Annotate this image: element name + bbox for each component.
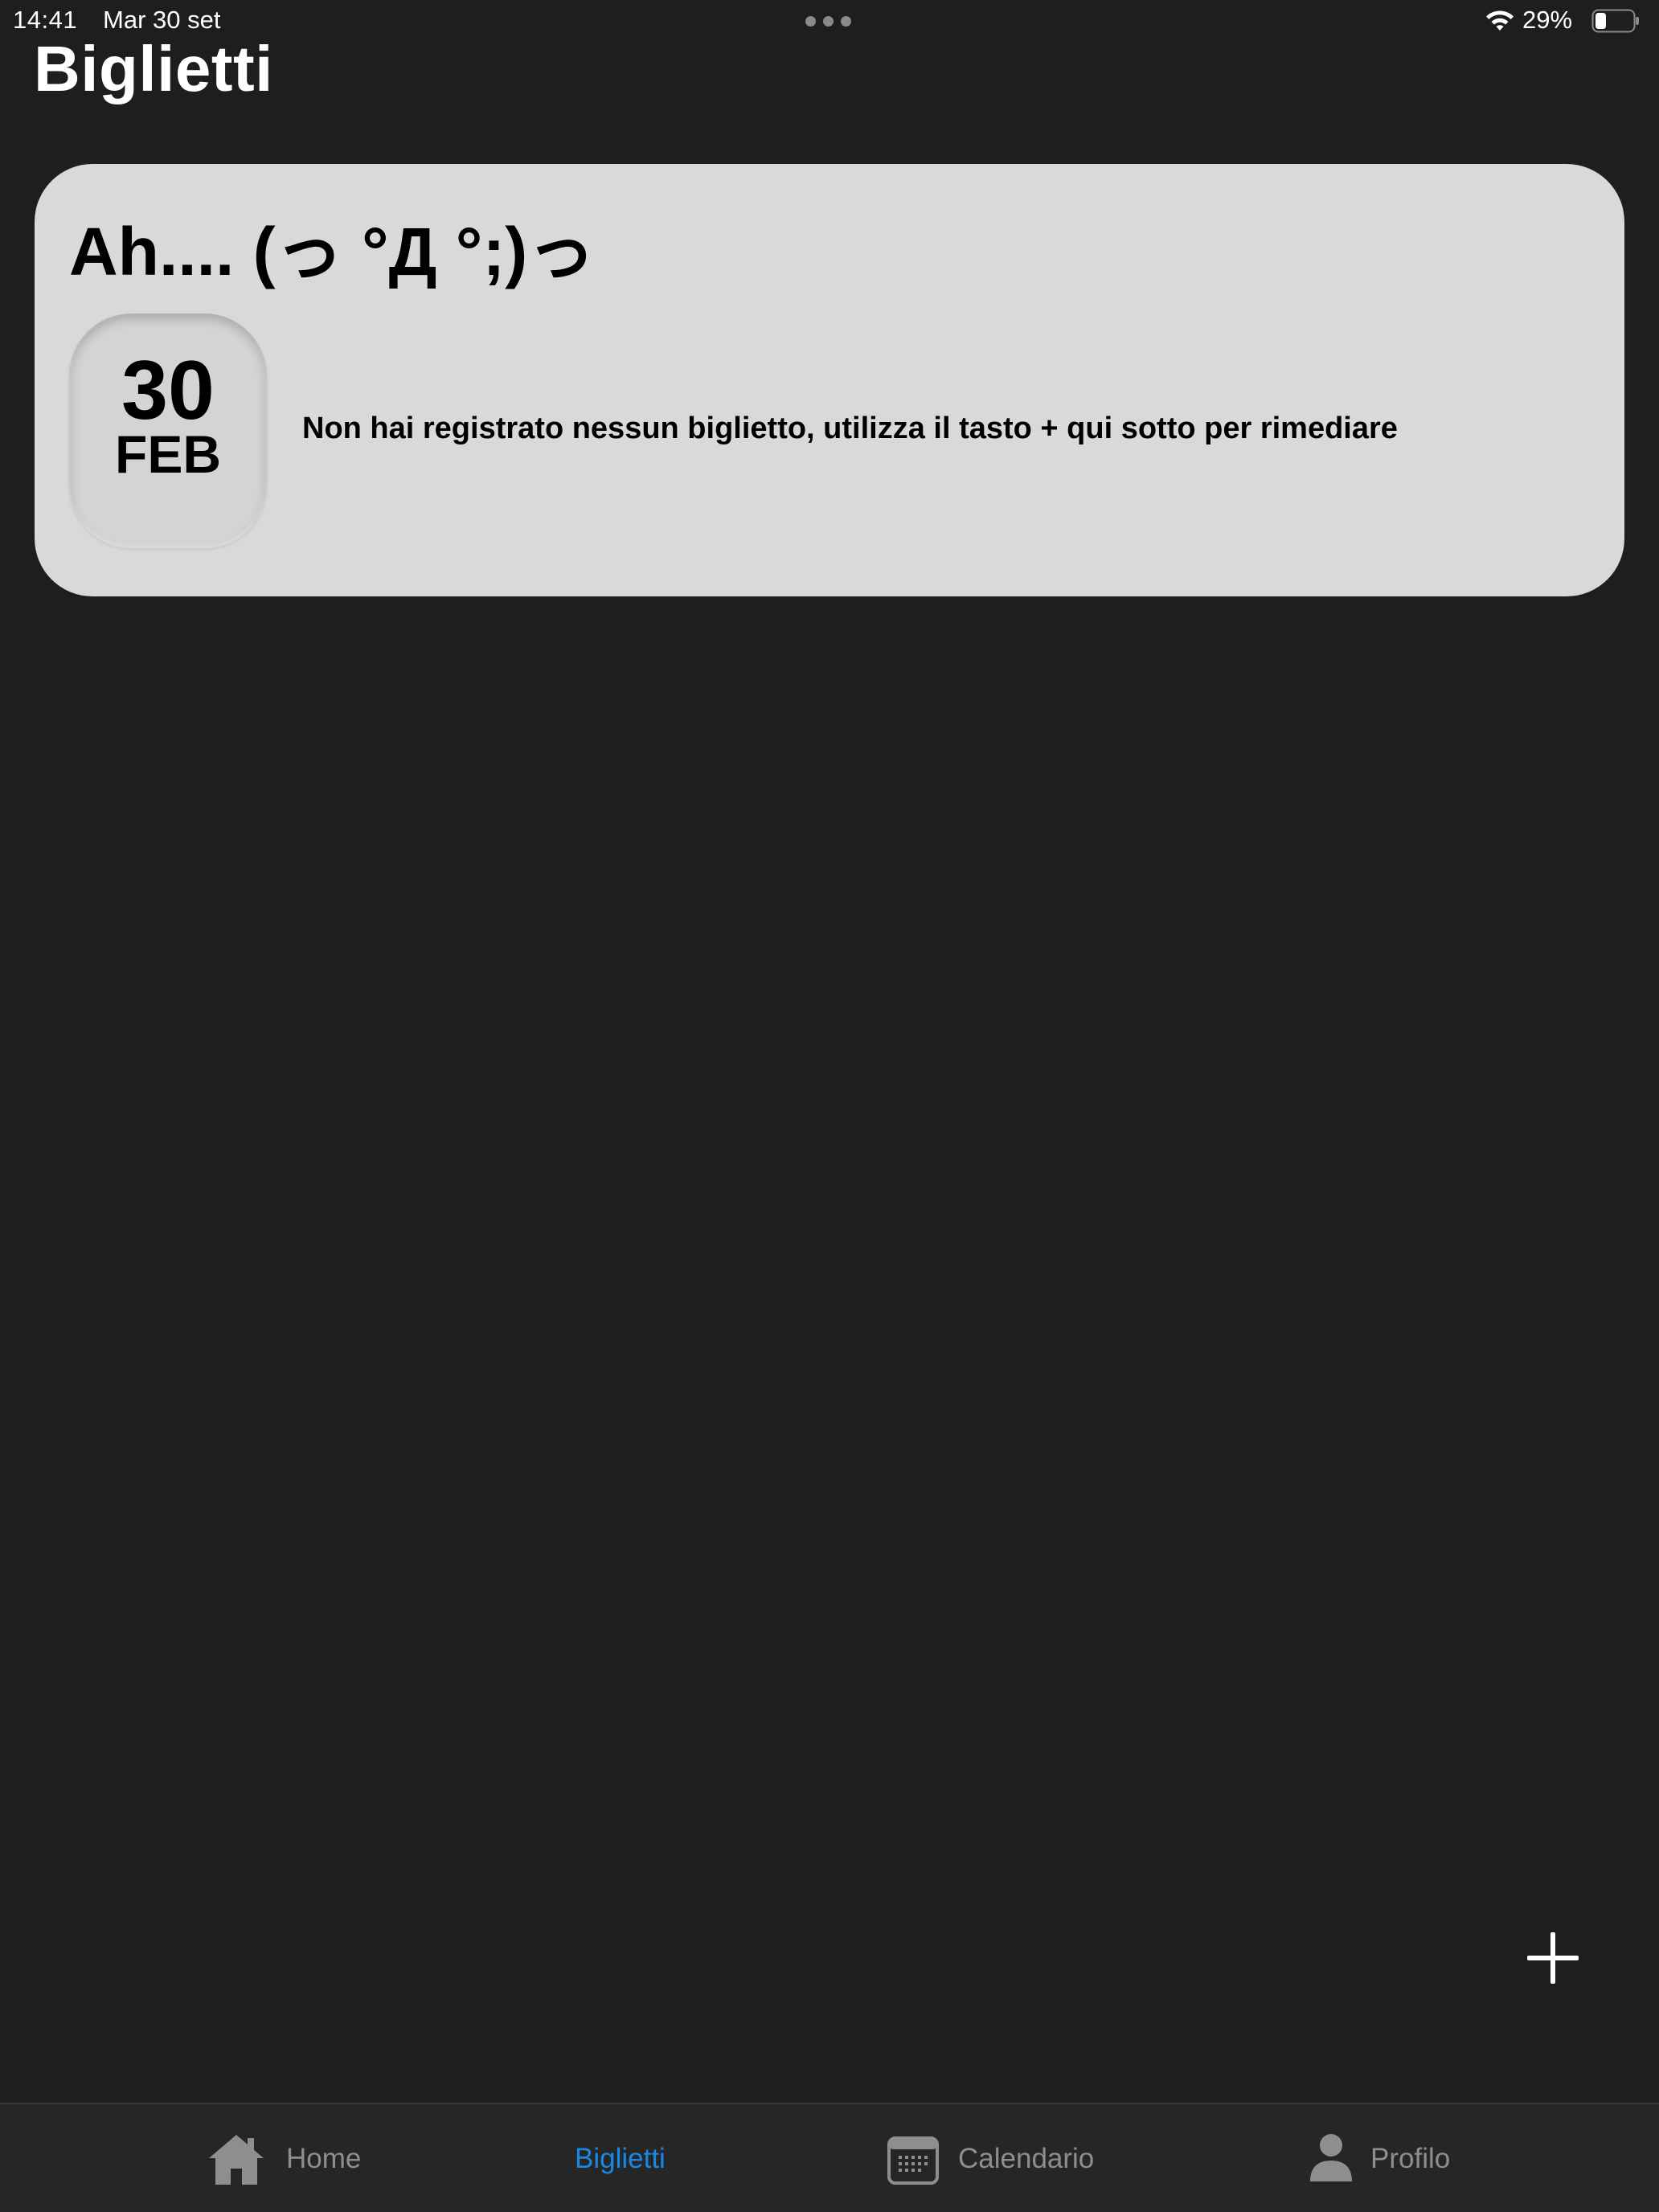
wifi-icon	[1484, 8, 1516, 34]
tab-label-home: Home	[286, 2143, 362, 2174]
tab-label-calendario: Calendario	[958, 2143, 1095, 2174]
tab-biglietti[interactable]: Biglietti	[563, 2104, 691, 2212]
card-heading: Ah.... (っ °Д °;)っ	[69, 214, 596, 289]
battery-icon	[1591, 9, 1640, 33]
date-day: 30	[121, 344, 215, 437]
date-badge: 30 FEB	[69, 313, 267, 548]
date-month: FEB	[115, 424, 221, 484]
empty-message: Non hai registrato nessun biglietto, uti…	[302, 412, 1398, 445]
multitasking-dots-icon[interactable]	[805, 16, 854, 27]
add-ticket-button[interactable]	[1524, 1929, 1582, 1987]
app-screen: 14:41 Mar 30 set 29% Biglietti Ah.... (っ…	[0, 0, 1659, 2212]
empty-tickets-card: Ah.... (っ °Д °;)っ 30 FEB Non hai registr…	[35, 164, 1624, 596]
page-title: Biglietti	[34, 33, 273, 104]
tab-bar: Home Biglietti Calendario Profilo	[0, 2103, 1659, 2212]
tab-calendario[interactable]: Calendario	[884, 2104, 1109, 2212]
battery-percentage: 29%	[1522, 6, 1573, 34]
tab-home[interactable]: Home	[201, 2104, 378, 2212]
home-icon	[206, 2132, 267, 2190]
tab-label-profilo: Profilo	[1370, 2143, 1451, 2174]
calendar-icon	[887, 2135, 939, 2189]
person-icon	[1309, 2132, 1354, 2187]
tab-label-biglietti: Biglietti	[575, 2143, 666, 2174]
tab-profilo[interactable]: Profilo	[1302, 2104, 1463, 2212]
